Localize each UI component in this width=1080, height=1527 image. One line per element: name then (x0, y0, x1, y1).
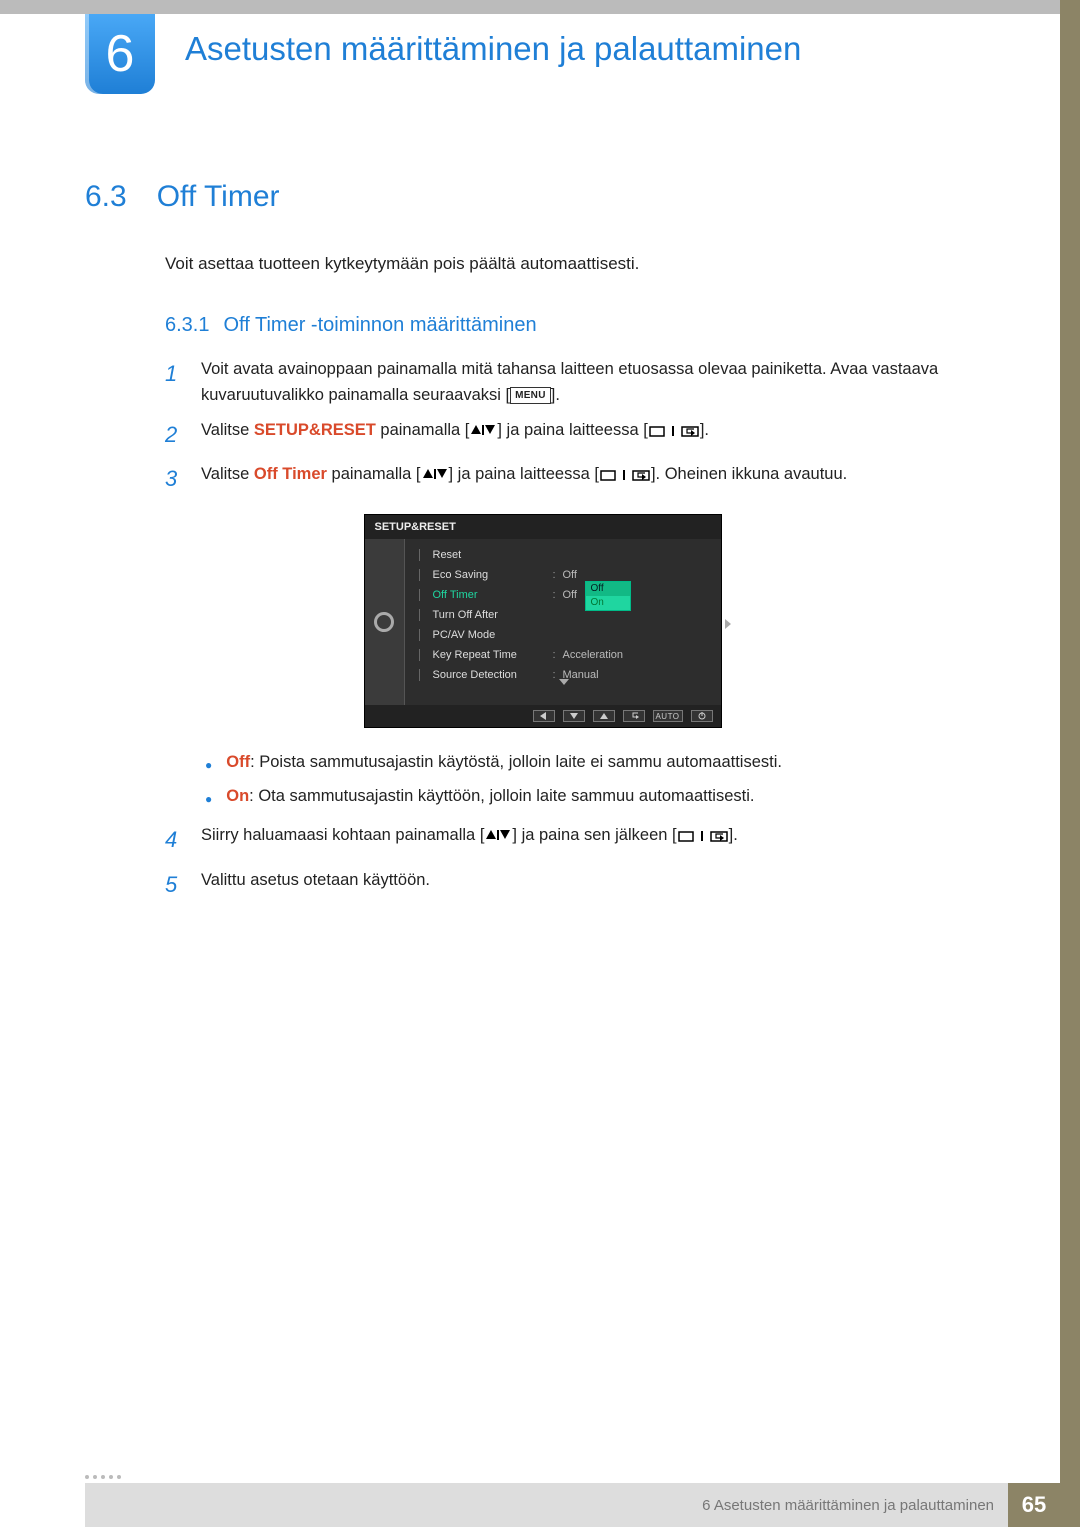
step-body: Voit avata avainoppaan painamalla mitä t… (201, 357, 1000, 408)
osd-power-icon (691, 710, 713, 722)
osd-nav-left-icon (533, 710, 555, 722)
down-arrow-icon (559, 679, 569, 685)
step-body: Siirry haluamaasi kohtaan painamalla [ ] … (201, 823, 1000, 857)
osd-item-label: Source Detection (433, 669, 553, 681)
step-3-text-c: ] ja paina laitteessa [ (449, 465, 599, 483)
footer: 6 Asetusten määrittäminen ja palauttamin… (85, 1483, 1060, 1527)
bullet-keyword: Off (226, 753, 250, 771)
osd-left-rail (365, 539, 405, 705)
step-2-text-d: ]. (700, 421, 709, 439)
osd-item-pc-av-mode: PC/AV Mode (405, 625, 721, 645)
step-3-text-a: Valitse (201, 465, 254, 483)
step-2-text-b: painamalla [ (376, 421, 470, 439)
step-1-text-a: Voit avata avainoppaan painamalla mitä t… (201, 360, 938, 404)
bullet-list: ● Off: Poista sammutusajastin käytöstä, … (205, 750, 1000, 809)
bullet-dot-icon: ● (205, 756, 212, 776)
osd-item-label: Key Repeat Time (433, 649, 553, 661)
osd-bottom-bar: AUTO (365, 705, 721, 727)
step-body: Valitse Off Timer painamalla [ ] ja paina… (201, 462, 1000, 496)
osd-nav-down-icon (563, 710, 585, 722)
osd-popup-option-off: Off (586, 582, 630, 596)
bullet-desc: : Ota sammutusajastin käyttöön, jolloin … (249, 787, 754, 805)
chapter-number-badge: 6 (85, 14, 155, 94)
osd-item-key-repeat-time: Key Repeat Time:Acceleration (405, 645, 721, 665)
osd-screenshot: SETUP&RESET Reset Eco Saving:Off Off Tim… (85, 514, 1000, 728)
osd-item-off-timer: Off Timer:Off (405, 585, 721, 605)
screen-enter-icon (677, 829, 729, 843)
step-2-keyword: SETUP&RESET (254, 421, 376, 439)
chapter-title: Asetusten määrittäminen ja palauttaminen (185, 30, 801, 68)
osd-item-label: Eco Saving (433, 569, 553, 581)
step-3: 3 Valitse Off Timer painamalla [ ] ja pai… (165, 462, 1000, 496)
osd-item-turn-off-after: Turn Off After (405, 605, 721, 625)
bullet-dot-icon: ● (205, 790, 212, 810)
step-5: 5 Valittu asetus otetaan käyttöön. (165, 868, 1000, 902)
step-body: Valitse SETUP&RESET painamalla [ ] ja pai… (201, 418, 1000, 452)
osd-body: Reset Eco Saving:Off Off Timer:Off Turn … (365, 539, 721, 705)
osd-item-reset: Reset (405, 545, 721, 565)
step-2: 2 Valitse SETUP&RESET painamalla [ ] ja p… (165, 418, 1000, 452)
section-title: Off Timer (157, 180, 280, 214)
bullet-on: ● On: Ota sammutusajastin käyttöön, joll… (205, 784, 1000, 810)
section-number: 6.3 (85, 180, 127, 214)
osd-main: Reset Eco Saving:Off Off Timer:Off Turn … (405, 539, 721, 705)
step-1: 1 Voit avata avainoppaan painamalla mitä… (165, 357, 1000, 408)
content-area: 6.3 Off Timer Voit asettaa tuotteen kytk… (85, 180, 1000, 912)
footer-breadcrumb: 6 Asetusten määrittäminen ja palauttamin… (85, 1483, 1008, 1527)
bullet-text: Off: Poista sammutusajastin käytöstä, jo… (226, 750, 782, 776)
subsection-title: Off Timer -toiminnon määrittäminen (223, 314, 536, 337)
osd-nav-up-icon (593, 710, 615, 722)
right-arrow-icon (725, 619, 731, 629)
screen-enter-icon (648, 424, 700, 438)
step-2-text-a: Valitse (201, 421, 254, 439)
osd-item-eco-saving: Eco Saving:Off (405, 565, 721, 585)
osd-popup: Off On (585, 581, 631, 611)
gear-icon (374, 612, 394, 632)
osd-auto-button: AUTO (653, 710, 683, 722)
step-4-text-c: ]. (729, 826, 738, 844)
up-down-arrow-icon (484, 828, 512, 842)
step-body: Valittu asetus otetaan käyttöön. (201, 868, 1000, 902)
step-3-keyword: Off Timer (254, 465, 327, 483)
step-4-text-a: Siirry haluamaasi kohtaan painamalla [ (201, 826, 484, 844)
osd-item-value: Acceleration (563, 649, 624, 661)
step-number: 1 (165, 357, 183, 408)
osd-item-label: PC/AV Mode (433, 629, 553, 641)
step-2-text-c: ] ja paina laitteessa [ (497, 421, 647, 439)
top-grey-strip (0, 0, 1060, 14)
osd-popup-option-on: On (586, 596, 630, 610)
osd-item-label: Off Timer (433, 589, 553, 601)
menu-label-icon: MENU (510, 387, 551, 405)
section-intro-text: Voit asettaa tuotteen kytkeytymään pois … (165, 254, 1000, 274)
step-4: 4 Siirry haluamaasi kohtaan painamalla [… (165, 823, 1000, 857)
step-4-text-b: ] ja paina sen jälkeen [ (512, 826, 676, 844)
up-down-arrow-icon (469, 423, 497, 437)
bullet-desc: : Poista sammutusajastin käytöstä, jollo… (250, 753, 782, 771)
up-down-arrow-icon (421, 467, 449, 481)
bullet-text: On: Ota sammutusajastin käyttöön, jolloi… (226, 784, 754, 810)
osd-panel: SETUP&RESET Reset Eco Saving:Off Off Tim… (364, 514, 722, 728)
bullet-off: ● Off: Poista sammutusajastin käytöstä, … (205, 750, 1000, 776)
right-color-strip (1060, 0, 1080, 1527)
osd-title: SETUP&RESET (365, 515, 721, 539)
step-number: 3 (165, 462, 183, 496)
footer-page-number: 65 (1008, 1483, 1060, 1527)
step-3-text-b: painamalla [ (327, 465, 421, 483)
section-heading: 6.3 Off Timer (85, 180, 1000, 214)
subsection-number: 6.3.1 (165, 314, 209, 337)
osd-item-label: Reset (433, 549, 553, 561)
bullet-keyword: On (226, 787, 249, 805)
osd-item-value: Off (563, 569, 577, 581)
step-number: 2 (165, 418, 183, 452)
step-3-text-d: ]. Oheinen ikkuna avautuu. (651, 465, 847, 483)
footer-dots (85, 1475, 121, 1479)
step-number: 5 (165, 868, 183, 902)
step-1-text-b: ]. (551, 386, 560, 404)
osd-item-label: Turn Off After (433, 609, 553, 621)
step-number: 4 (165, 823, 183, 857)
osd-nav-enter-icon (623, 710, 645, 722)
screen-enter-icon (599, 468, 651, 482)
osd-item-value: Off (563, 589, 577, 601)
subsection-heading: 6.3.1 Off Timer -toiminnon määrittäminen (165, 314, 1000, 337)
